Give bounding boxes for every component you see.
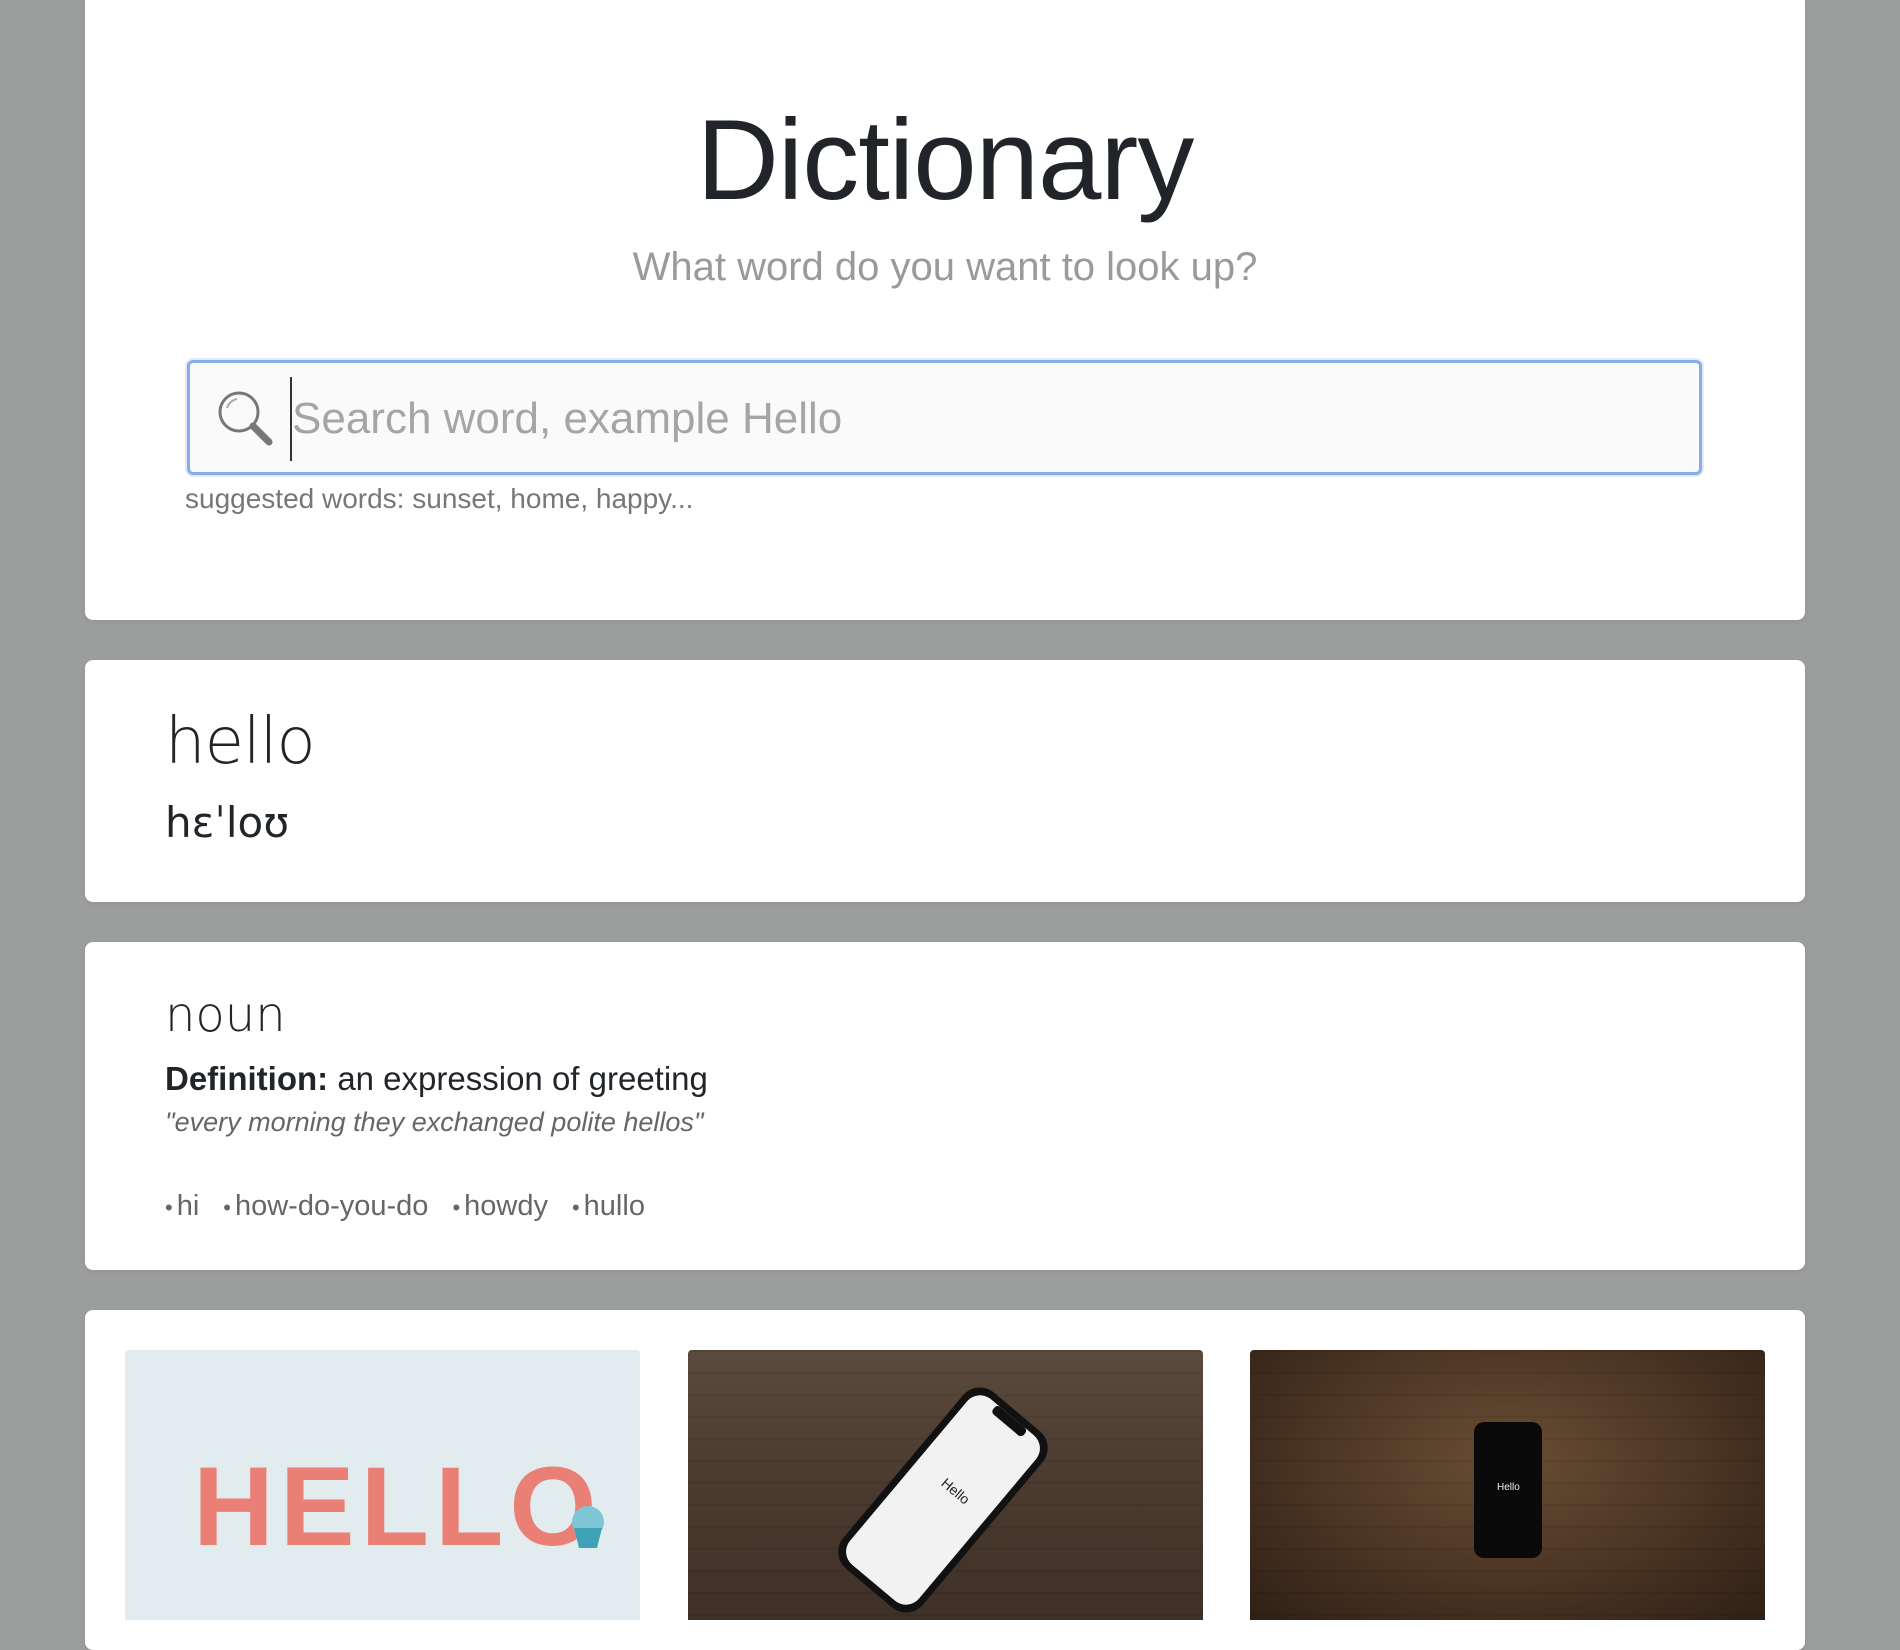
word-card: hello hɛˈloʊ <box>85 660 1805 902</box>
clay-letters: HELLO <box>193 1444 603 1569</box>
header-card: Dictionary What word do you want to look… <box>85 0 1805 620</box>
phone-screen-text: Hello <box>1497 1482 1520 1493</box>
synonyms-list: hi how-do-you-do howdy hullo <box>165 1190 645 1223</box>
photo-phone-wood[interactable]: Hello <box>688 1350 1203 1620</box>
search-box[interactable] <box>187 360 1702 475</box>
word-title: hello <box>165 705 316 779</box>
definition-label: Definition: <box>165 1060 329 1097</box>
definition: Definition: an expression of greeting <box>165 1060 708 1098</box>
synonym-item: howdy <box>452 1190 548 1223</box>
photo-phone-dark-wood[interactable]: Hello <box>1250 1350 1765 1620</box>
photo-hello-clay[interactable]: HELLO <box>125 1350 640 1620</box>
meaning-card: noun Definition: an expression of greeti… <box>85 942 1805 1270</box>
definition-example: "every morning they exchanged polite hel… <box>165 1107 704 1137</box>
synonym-item: how-do-you-do <box>223 1190 428 1223</box>
page-subtitle: What word do you want to look up? <box>632 245 1258 289</box>
word-phonetic: hɛˈloʊ <box>165 798 290 847</box>
part-of-speech: noun <box>165 987 286 1043</box>
page-title: Dictionary <box>696 97 1195 224</box>
synonym-item: hi <box>165 1190 200 1223</box>
definition-text: an expression of greeting <box>337 1060 708 1097</box>
images-card: HELLO Hello Hello <box>85 1310 1805 1650</box>
suggested-words: suggested words: sunset, home, happy... <box>185 483 694 514</box>
synonym-item: hullo <box>572 1190 645 1223</box>
search-input[interactable] <box>290 377 1680 461</box>
search-icon <box>215 388 277 450</box>
